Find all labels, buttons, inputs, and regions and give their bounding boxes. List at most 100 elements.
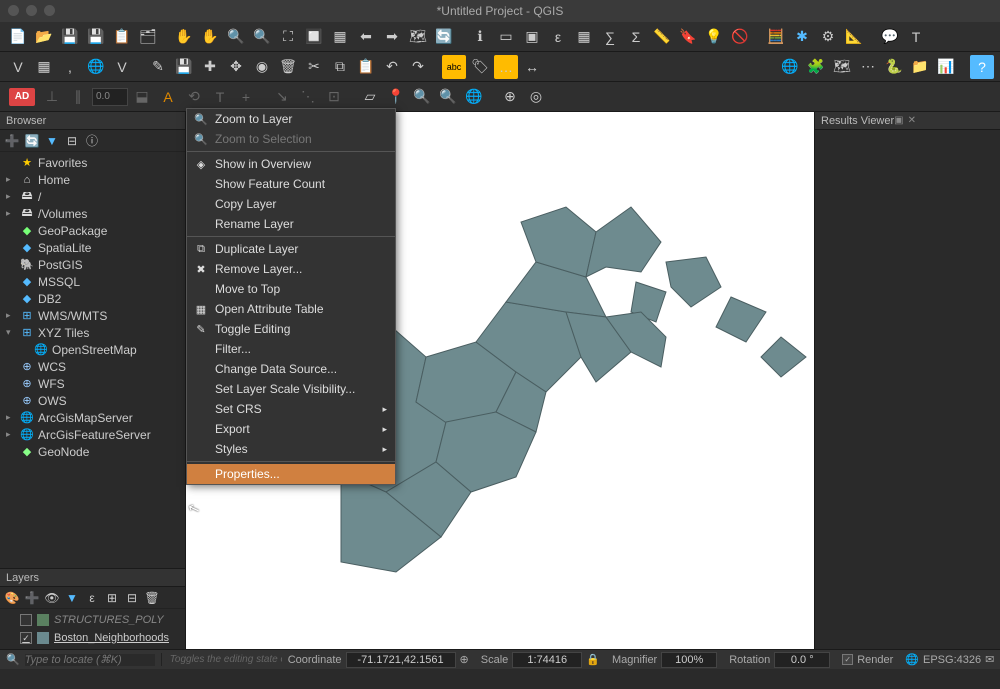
delete-feature-icon[interactable]: 🗑 <box>276 55 300 79</box>
browser-tree[interactable]: ★Favorites▸⌂Home▸🖴/▸🖴/Volumes◆GeoPackage… <box>0 152 185 568</box>
label-highlight-icon[interactable]: … <box>494 55 518 79</box>
new-shapefile-icon[interactable]: V <box>110 55 134 79</box>
etc-icon[interactable]: ◎ <box>524 85 548 109</box>
layer-expr-icon[interactable]: ε <box>84 590 100 606</box>
results-viewer-title[interactable]: Results Viewer ▣✕ <box>815 112 1000 130</box>
stats-icon[interactable]: Σ <box>624 25 648 49</box>
help-icon[interactable]: 💬 <box>878 25 902 49</box>
bookmark-icon[interactable]: 🔖 <box>676 25 700 49</box>
pan-icon[interactable]: ✋ <box>172 25 196 49</box>
help-btn-icon[interactable]: ? <box>970 55 994 79</box>
save-as-icon[interactable]: 💾 <box>84 25 108 49</box>
distance-input[interactable] <box>92 88 128 106</box>
tips-icon[interactable]: 💡 <box>702 25 726 49</box>
layer-filter-icon[interactable]: ▼ <box>64 590 80 606</box>
ruler-icon[interactable]: 📐 <box>842 25 866 49</box>
context-menu-item[interactable]: ▦Open Attribute Table <box>187 299 395 319</box>
coord-input[interactable] <box>346 652 456 668</box>
dig-zoomout-icon[interactable]: 🔍 <box>436 85 460 109</box>
text-tool-icon[interactable]: T <box>904 25 928 49</box>
context-menu-item[interactable]: Change Data Source... <box>187 359 395 379</box>
crs-label[interactable]: EPSG:4326 <box>923 654 981 666</box>
messages-icon[interactable]: ✉ <box>985 653 994 666</box>
copy-icon[interactable]: ⧉ <box>328 55 352 79</box>
context-menu-item[interactable]: Set CRS▸ <box>187 399 395 419</box>
crs-select-icon[interactable]: ⊕ <box>498 85 522 109</box>
browser-refresh-icon[interactable]: 🔄 <box>24 133 40 149</box>
attribute-table-icon[interactable]: ▦ <box>572 25 596 49</box>
scale-lock-icon[interactable]: 🔒 <box>586 653 600 666</box>
move-feature-icon[interactable]: ✥ <box>224 55 248 79</box>
field-calc-icon[interactable]: ∑ <box>598 25 622 49</box>
rotation-input[interactable] <box>774 652 830 668</box>
context-menu-item[interactable]: Copy Layer <box>187 194 395 214</box>
advanced-digitize-badge[interactable]: AD <box>9 88 35 106</box>
cad-2-icon[interactable]: A <box>156 85 180 109</box>
layer-item[interactable]: ✓Boston_Neighborhoods <box>0 629 185 647</box>
layer-expand-icon[interactable]: ⊞ <box>104 590 120 606</box>
dig-zoomin-icon[interactable]: 🔍 <box>410 85 434 109</box>
context-menu-item[interactable]: Show Feature Count <box>187 174 395 194</box>
coord-toggle-icon[interactable]: ⊕ <box>460 653 469 666</box>
cad-3-icon[interactable]: ⟲ <box>182 85 206 109</box>
plugin-icon[interactable]: 🧩 <box>804 55 828 79</box>
crs-icon[interactable]: 🌐 <box>905 653 919 666</box>
python-icon[interactable]: 🐍 <box>882 55 906 79</box>
more-settings-icon[interactable]: ⋯ <box>856 55 880 79</box>
add-wms-icon[interactable]: 🌐 <box>84 55 108 79</box>
browser-filter-icon[interactable]: ▼ <box>44 133 60 149</box>
add-feature-icon[interactable]: ✚ <box>198 55 222 79</box>
context-menu-item[interactable]: Export▸ <box>187 419 395 439</box>
browser-item[interactable]: ★Favorites <box>0 154 185 171</box>
layer-collapse-icon[interactable]: ⊟ <box>124 590 140 606</box>
scale-input[interactable] <box>512 652 582 668</box>
layer-eye-icon[interactable]: 👁 <box>44 590 60 606</box>
new-layout-icon[interactable]: 📋 <box>110 25 134 49</box>
window-controls[interactable] <box>8 5 55 16</box>
web-globe-icon[interactable]: 🌐 <box>778 55 802 79</box>
add-csv-icon[interactable]: , <box>58 55 82 79</box>
context-menu-item[interactable]: Set Layer Scale Visibility... <box>187 379 395 399</box>
magnifier-input[interactable] <box>661 652 717 668</box>
browser-item[interactable]: ▸⌂Home <box>0 171 185 188</box>
zoom-selection-icon[interactable]: 🔲 <box>302 25 326 49</box>
dig-globe-icon[interactable]: 🌐 <box>462 85 486 109</box>
browser-item[interactable]: ◆GeoNode <box>0 443 185 460</box>
open-project-icon[interactable]: 📂 <box>32 25 56 49</box>
node-tool-icon[interactable]: ◉ <box>250 55 274 79</box>
browser-item[interactable]: 🐘PostGIS <box>0 256 185 273</box>
context-menu-item[interactable]: Filter... <box>187 339 395 359</box>
folder-icon[interactable]: 📁 <box>908 55 932 79</box>
zoom-in-icon[interactable]: 🔍 <box>224 25 248 49</box>
no-tile-icon[interactable]: 🚫 <box>728 25 752 49</box>
zoom-last-icon[interactable]: ⬅ <box>354 25 378 49</box>
browser-item[interactable]: ▸🌐ArcGisFeatureServer <box>0 426 185 443</box>
browser-item[interactable]: ◆SpatiaLite <box>0 239 185 256</box>
save-icon[interactable]: 💾 <box>58 25 82 49</box>
browser-item[interactable]: ▸🌐ArcGisMapServer <box>0 409 185 426</box>
browser-panel-title[interactable]: Browser <box>0 112 185 130</box>
add-vector-icon[interactable]: V <box>6 55 30 79</box>
results-close-icon[interactable]: ✕ <box>908 115 916 126</box>
browser-item[interactable]: ◆GeoPackage <box>0 222 185 239</box>
processing-icon[interactable]: ⚙ <box>816 25 840 49</box>
context-menu-item[interactable]: 🔍Zoom to Layer <box>187 109 395 129</box>
browser-props-icon[interactable]: ⓘ <box>84 133 100 149</box>
refresh-icon[interactable]: 🔄 <box>432 25 456 49</box>
context-menu-item[interactable]: Move to Top <box>187 279 395 299</box>
snap-3-icon[interactable]: ⊡ <box>322 85 346 109</box>
label-move-icon[interactable]: ↔ <box>520 55 544 79</box>
browser-item[interactable]: ▾⊞XYZ Tiles <box>0 324 185 341</box>
layer-item[interactable]: STRUCTURES_POLY <box>0 611 185 629</box>
browser-item[interactable]: ◆DB2 <box>0 290 185 307</box>
browser-item[interactable]: ⊕WFS <box>0 375 185 392</box>
undo-icon[interactable]: ↶ <box>380 55 404 79</box>
locator-input[interactable] <box>25 654 155 666</box>
browser-item[interactable]: ▸🖴/ <box>0 188 185 205</box>
add-raster-icon[interactable]: ▦ <box>32 55 56 79</box>
layer-add-icon[interactable]: ➕ <box>24 590 40 606</box>
browser-item[interactable]: ▸⊞WMS/WMTS <box>0 307 185 324</box>
expr-select-icon[interactable]: ε <box>546 25 570 49</box>
snap-1-icon[interactable]: ↘ <box>270 85 294 109</box>
zoom-full-icon[interactable]: ⛶ <box>276 25 300 49</box>
